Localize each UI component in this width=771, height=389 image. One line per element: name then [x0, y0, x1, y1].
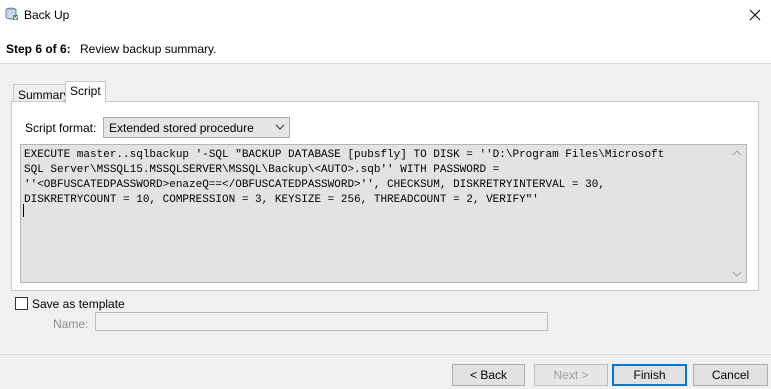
back-button[interactable]: < Back: [452, 364, 525, 386]
tab-script[interactable]: Script: [65, 81, 106, 103]
script-textbox[interactable]: EXECUTE master..sqlbackup '-SQL "BACKUP …: [20, 144, 747, 283]
finish-button[interactable]: Finish: [612, 364, 687, 386]
text-caret: [23, 204, 24, 217]
footer-separator: [0, 354, 771, 355]
script-text: EXECUTE master..sqlbackup '-SQL "BACKUP …: [24, 149, 665, 206]
close-button[interactable]: [740, 2, 770, 28]
script-format-value: Extended stored procedure: [109, 121, 254, 135]
chevron-down-icon: [275, 124, 285, 130]
save-as-template-label[interactable]: Save as template: [32, 297, 125, 311]
template-name-field[interactable]: [95, 312, 548, 331]
scroll-up-icon[interactable]: [732, 149, 742, 157]
script-format-dropdown[interactable]: Extended stored procedure: [103, 117, 290, 138]
title-bar: Back Up: [0, 0, 771, 30]
script-format-label: Script format:: [25, 121, 97, 135]
step-description: Review backup summary.: [80, 42, 217, 56]
next-button[interactable]: Next >: [534, 364, 608, 386]
step-label: Step 6 of 6:: [6, 42, 71, 56]
window-title: Back Up: [24, 8, 70, 22]
script-scrollbar[interactable]: [729, 145, 746, 282]
template-name-label: Name:: [53, 317, 89, 331]
backup-database-icon: [5, 7, 18, 20]
close-icon: [749, 9, 761, 21]
cancel-button[interactable]: Cancel: [693, 364, 768, 386]
step-header: Step 6 of 6: Review backup summary.: [0, 30, 771, 64]
scroll-down-icon[interactable]: [732, 270, 742, 278]
save-as-template-checkbox[interactable]: [15, 297, 28, 310]
